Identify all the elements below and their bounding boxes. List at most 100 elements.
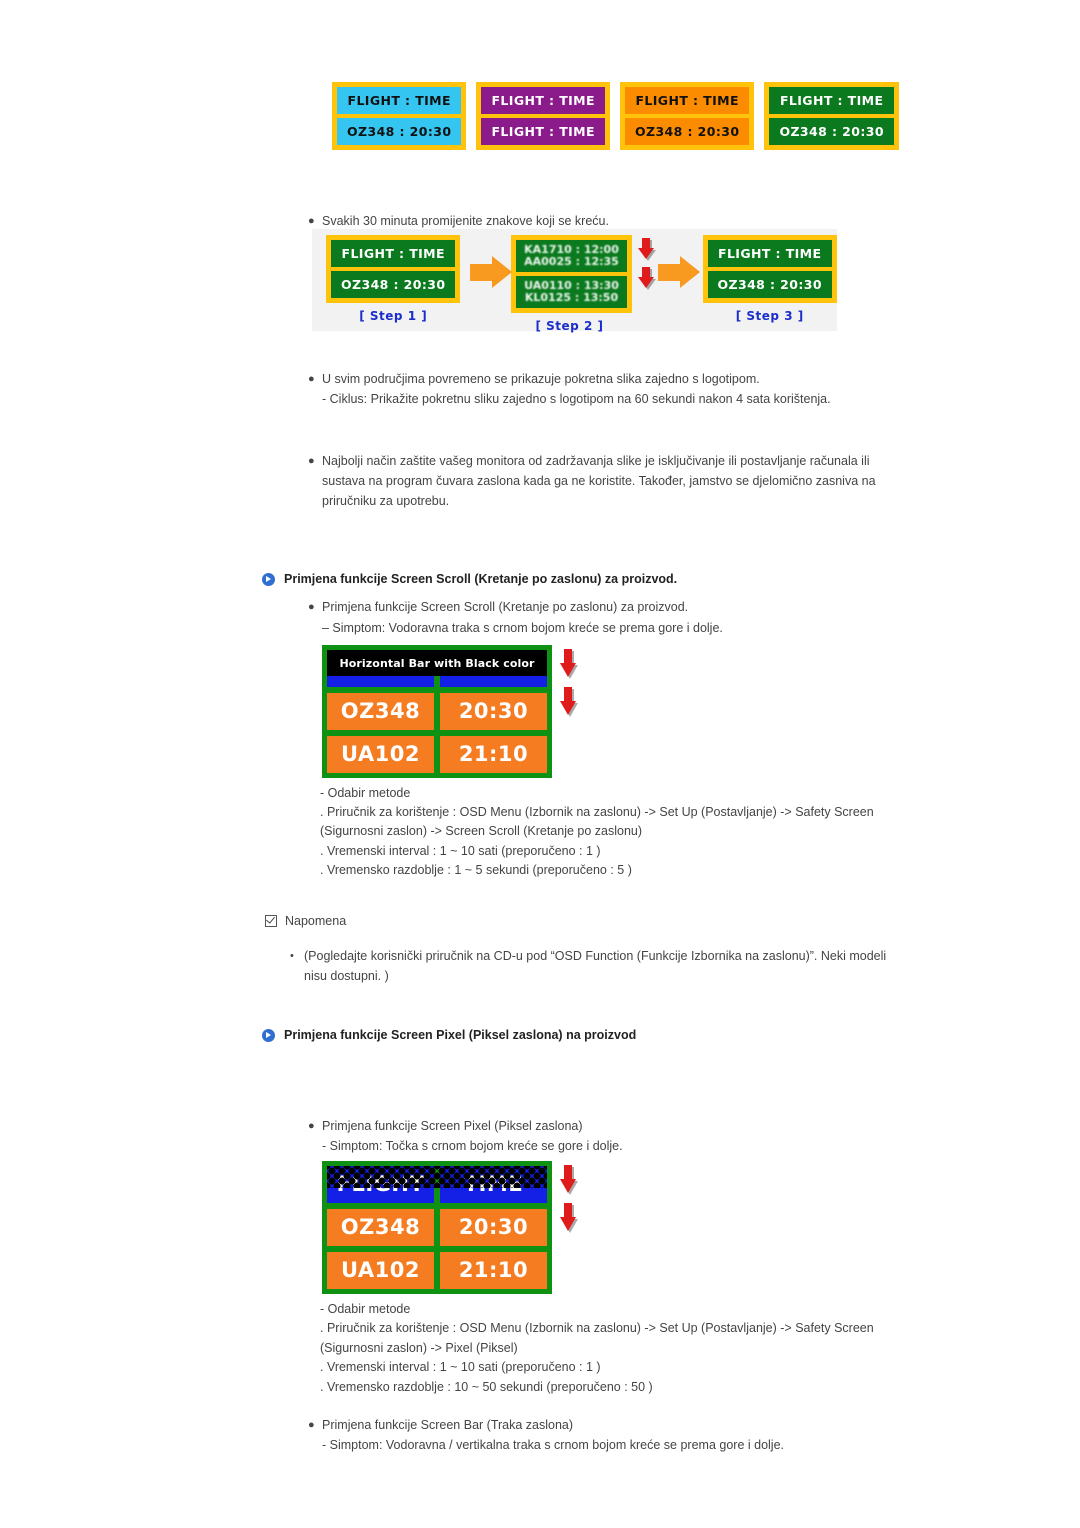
board-cell-ua102: UA102 bbox=[327, 736, 434, 773]
down-arrow-icon bbox=[637, 238, 654, 262]
blue-arrow-icon bbox=[262, 572, 275, 586]
pixel-method-line-1: . Priručnik za korištenje : OSD Menu (Iz… bbox=[320, 1321, 874, 1335]
note-bullet-line-2: nisu dostupni. ) bbox=[304, 969, 389, 983]
note-heading-text: Napomena bbox=[285, 914, 347, 928]
bullet-dot: ● bbox=[308, 373, 315, 385]
screen-bar-bullet: ● Primjena funkcije Screen Bar (Traka za… bbox=[308, 1415, 948, 1435]
scroll-direction-arrows bbox=[560, 645, 576, 717]
step-2-cell-top: KA1710 : 12:00 AA0025 : 12:35 bbox=[516, 240, 627, 272]
scroll-method-line-1: . Priručnik za korištenje : OSD Menu (Iz… bbox=[320, 805, 874, 819]
screen-pixel-bullet: ● Primjena funkcije Screen Pixel (Piksel… bbox=[308, 1116, 948, 1136]
bullet-dot: ● bbox=[308, 1120, 315, 1132]
document-page: FLIGHT : TIME OZ348 : 20:30 FLIGHT : TIM… bbox=[0, 0, 1080, 1528]
paragraph-2-line-3: priručniku za upotrebu. bbox=[322, 494, 450, 508]
step-section-bullet: ● Svakih 30 minuta promijenite znakove k… bbox=[308, 211, 928, 231]
checkbox-icon bbox=[265, 915, 277, 927]
orange-board: FLIGHT : TIME OZ348 : 20:30 bbox=[619, 82, 755, 150]
green-board: FLIGHT : TIME OZ348 : 20:30 bbox=[764, 82, 899, 150]
screen-pixel-board-figure: FLIGHT TIME OZ348 20:30 UA102 21:10 bbox=[322, 1161, 576, 1294]
board-line-2: OZ348 : 20:30 bbox=[769, 118, 894, 145]
step-1: FLIGHT : TIME OZ348 : 20:30 [ Step 1 ] bbox=[326, 235, 461, 323]
board-cell-2110: 21:10 bbox=[440, 1252, 547, 1289]
step-1-board: FLIGHT : TIME OZ348 : 20:30 bbox=[326, 235, 461, 303]
board-line-1: FLIGHT : TIME bbox=[481, 87, 605, 114]
board-cell-2110: 21:10 bbox=[440, 736, 547, 773]
step-2-label: [ Step 2 ] bbox=[535, 319, 604, 333]
board-line-1: FLIGHT : TIME bbox=[331, 240, 456, 267]
step-3-label: [ Step 3 ] bbox=[735, 309, 804, 323]
color-board-strip: FLIGHT : TIME OZ348 : 20:30 FLIGHT : TIM… bbox=[332, 82, 899, 150]
board-line-1: FLIGHT : TIME bbox=[769, 87, 894, 114]
board-cell-ua102: UA102 bbox=[327, 1252, 434, 1289]
board-cell-2030: 20:30 bbox=[440, 693, 547, 730]
blur-line-4: KL0125 : 13:50 bbox=[524, 291, 619, 304]
black-pixel-dots-bar bbox=[327, 1166, 547, 1188]
bullet-dot: ● bbox=[308, 1419, 315, 1431]
paragraph-1-bullet: ● U svim područjima povremeno se prikazu… bbox=[308, 369, 948, 389]
board-cell-2030: 20:30 bbox=[440, 1209, 547, 1246]
paragraph-2-bullet: ● Najbolji način zaštite vašeg monitora … bbox=[308, 451, 968, 471]
bullet-dot: ● bbox=[308, 455, 315, 467]
step-3-board: FLIGHT : TIME OZ348 : 20:30 bbox=[702, 235, 837, 303]
pixel-method-line-4: . Vremensko razdoblje : 10 ~ 50 sekundi … bbox=[320, 1380, 653, 1394]
flight-board-scroll: Horizontal Bar with Black color FLIGHT T… bbox=[322, 645, 552, 778]
board-line-2: OZ348 : 20:30 bbox=[337, 118, 462, 145]
screen-pixel-bullet-text: Primjena funkcije Screen Pixel (Piksel z… bbox=[322, 1119, 583, 1133]
paragraph-1-text: U svim područjima povremeno se prikazuje… bbox=[322, 372, 760, 386]
screen-scroll-bullet: ● Primjena funkcije Screen Scroll (Kreta… bbox=[308, 597, 948, 617]
down-arrow-icon bbox=[560, 1203, 576, 1233]
flight-board-pixel: FLIGHT TIME OZ348 20:30 UA102 21:10 bbox=[322, 1161, 552, 1294]
paragraph-1-sub: - Ciklus: Prikažite pokretnu sliku zajed… bbox=[322, 392, 831, 406]
note-bullet: • (Pogledajte korisnički priručnik na CD… bbox=[290, 946, 940, 966]
paragraph-2-line-2: sustava na program čuvara zaslona kada g… bbox=[322, 474, 876, 488]
horizontal-black-bar: Horizontal Bar with Black color bbox=[327, 650, 547, 676]
step-2: KA1710 : 12:00 AA0025 : 12:35 UA0110 : 1… bbox=[511, 235, 654, 333]
down-arrow-icon bbox=[637, 267, 654, 291]
note-heading: Napomena bbox=[265, 914, 346, 928]
board-line-2: FLIGHT : TIME bbox=[481, 118, 605, 145]
bullet-dot-small: • bbox=[290, 950, 294, 962]
screen-pixel-symptom: - Simptom: Točka s crnom bojom kreće se … bbox=[322, 1139, 623, 1153]
pixel-method-title: - Odabir metode bbox=[320, 1302, 411, 1316]
screen-scroll-bullet-text: Primjena funkcije Screen Scroll (Kretanj… bbox=[322, 600, 689, 614]
step-3: FLIGHT : TIME OZ348 : 20:30 [ Step 3 ] bbox=[702, 235, 837, 323]
pixel-method-line-2: (Sigurnosni zaslon) -> Pixel (Piksel) bbox=[320, 1341, 518, 1355]
step-2-board: KA1710 : 12:00 AA0025 : 12:35 UA0110 : 1… bbox=[511, 235, 632, 313]
board-cell-oz348: OZ348 bbox=[327, 1209, 434, 1246]
scroll-method-line-2: (Sigurnosni zaslon) -> Screen Scroll (Kr… bbox=[320, 824, 643, 838]
arrow-right-icon bbox=[657, 253, 700, 293]
down-arrow-icon bbox=[560, 649, 576, 679]
board-line-1: FLIGHT : TIME bbox=[337, 87, 462, 114]
scroll-method-line-4: . Vremensko razdoblje : 1 ~ 5 sekundi (p… bbox=[320, 863, 632, 877]
arrow-right-icon bbox=[470, 253, 513, 293]
blur-line-2: AA0025 : 12:35 bbox=[524, 255, 619, 268]
scroll-method-line-3: . Vremenski interval : 1 ~ 10 sati (prep… bbox=[320, 844, 601, 858]
board-line-1: FLIGHT : TIME bbox=[707, 240, 832, 267]
screen-bar-symptom: - Simptom: Vodoravna / vertikalna traka … bbox=[322, 1438, 785, 1452]
note-bullet-line-1: (Pogledajte korisnički priručnik na CD-u… bbox=[304, 949, 887, 963]
screen-scroll-heading-text: Primjena funkcije Screen Scroll (Kretanj… bbox=[284, 572, 678, 586]
step-section-bullet-text: Svakih 30 minuta promijenite znakove koj… bbox=[322, 214, 609, 228]
bullet-dot: ● bbox=[308, 601, 315, 613]
step-diagram-panel: FLIGHT : TIME OZ348 : 20:30 [ Step 1 ] K… bbox=[312, 229, 837, 333]
paragraph-2-line-1: Najbolji način zaštite vašeg monitora od… bbox=[322, 454, 870, 468]
down-arrow-icon bbox=[560, 1165, 576, 1195]
scroll-method-title: - Odabir metode bbox=[320, 786, 411, 800]
screen-bar-bullet-text: Primjena funkcije Screen Bar (Traka zasl… bbox=[322, 1418, 574, 1432]
screen-scroll-symptom: – Simptom: Vodoravna traka s crnom bojom… bbox=[322, 621, 723, 635]
board-line-1: FLIGHT : TIME bbox=[624, 87, 750, 114]
board-line-2: OZ348 : 20:30 bbox=[624, 118, 750, 145]
cyan-board: FLIGHT : TIME OZ348 : 20:30 bbox=[332, 82, 467, 150]
board-cell-oz348: OZ348 bbox=[327, 693, 434, 730]
down-arrow-icon bbox=[560, 687, 576, 717]
purple-board: FLIGHT : TIME FLIGHT : TIME bbox=[476, 82, 610, 150]
screen-pixel-heading-text: Primjena funkcije Screen Pixel (Piksel z… bbox=[284, 1028, 637, 1042]
step-1-label: [ Step 1 ] bbox=[359, 309, 428, 323]
blue-arrow-icon bbox=[262, 1028, 275, 1042]
screen-pixel-heading: Primjena funkcije Screen Pixel (Piksel z… bbox=[262, 1028, 962, 1042]
pixel-method-line-3: . Vremenski interval : 1 ~ 10 sati (prep… bbox=[320, 1360, 601, 1374]
bullet-dot: ● bbox=[308, 215, 315, 227]
pixel-direction-arrows bbox=[560, 1161, 576, 1233]
board-line-2: OZ348 : 20:30 bbox=[707, 271, 832, 298]
screen-scroll-heading: Primjena funkcije Screen Scroll (Kretanj… bbox=[262, 572, 962, 586]
